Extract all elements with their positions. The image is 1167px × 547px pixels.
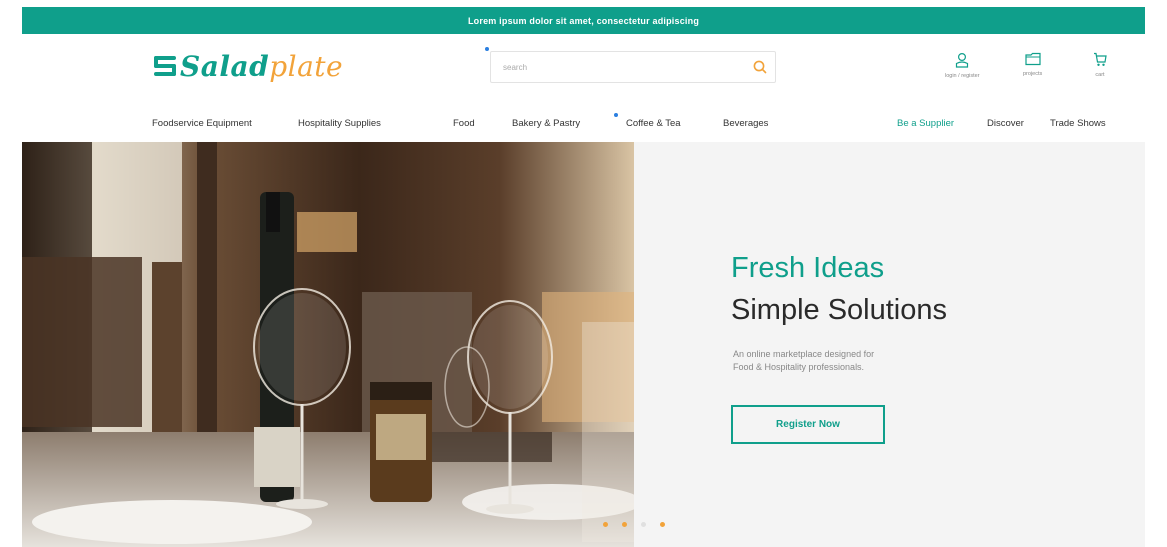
announcement-text: Lorem ipsum dolor sit amet, consectetur …: [467, 15, 700, 26]
user-icon: [956, 52, 969, 68]
cart-link[interactable]: cart: [1093, 52, 1107, 78]
slider-dot[interactable]: [603, 522, 608, 527]
nav-foodservice-equipment[interactable]: Foodservice Equipment: [152, 118, 252, 129]
cart-icon: [1094, 52, 1107, 66]
nav-trade-shows[interactable]: Trade Shows: [1050, 118, 1106, 129]
nav-be-a-supplier[interactable]: Be a Supplier: [897, 118, 954, 129]
nav-bakery-pastry[interactable]: Bakery & Pastry: [512, 118, 580, 129]
search-input[interactable]: [491, 52, 745, 82]
nav-coffee-tea[interactable]: Coffee & Tea: [626, 118, 681, 129]
register-now-button[interactable]: Register Now: [731, 405, 885, 444]
logo-text-plate: plate: [269, 49, 344, 83]
hero-title-line2: Simple Solutions: [731, 294, 947, 326]
search-icon[interactable]: [745, 52, 775, 82]
hero-title-line1: Fresh Ideas: [731, 252, 885, 284]
logo-mark-icon: [154, 56, 176, 76]
folder-icon: [1025, 52, 1041, 66]
logo-text-salad: Salad: [180, 49, 270, 83]
login-register-link[interactable]: login / register: [945, 52, 980, 79]
slider-dot[interactable]: [622, 522, 627, 527]
nav-discover[interactable]: Discover: [987, 118, 1024, 129]
cart-label: cart: [1095, 72, 1105, 78]
brand-logo[interactable]: Salad plate: [152, 46, 343, 86]
marker-dot: [485, 47, 489, 51]
nav-food[interactable]: Food: [453, 118, 475, 129]
announcement-bar: Lorem ipsum dolor sit amet, consectetur …: [22, 7, 1145, 34]
hero-subtitle-line1: An online marketplace designed for: [733, 349, 875, 359]
slider-dot[interactable]: [660, 522, 665, 527]
hero-panel: [634, 142, 1145, 547]
projects-link[interactable]: projects: [1023, 52, 1042, 77]
hero-subtitle-line2: Food & Hospitality professionals.: [733, 362, 865, 372]
hero-image: [22, 142, 634, 547]
projects-label: projects: [1023, 71, 1043, 77]
marker-dot: [614, 113, 618, 117]
nav-beverages[interactable]: Beverages: [723, 118, 768, 129]
hero-subtitle: An online marketplace designed for Food …: [733, 348, 953, 374]
login-register-label: login / register: [945, 73, 980, 79]
nav-hospitality-supplies[interactable]: Hospitality Supplies: [298, 118, 381, 129]
slider-pagination: [603, 522, 665, 527]
main-nav: Foodservice Equipment Hospitality Suppli…: [0, 113, 1167, 132]
search-bar[interactable]: [490, 51, 776, 83]
slider-dot[interactable]: [641, 522, 646, 527]
